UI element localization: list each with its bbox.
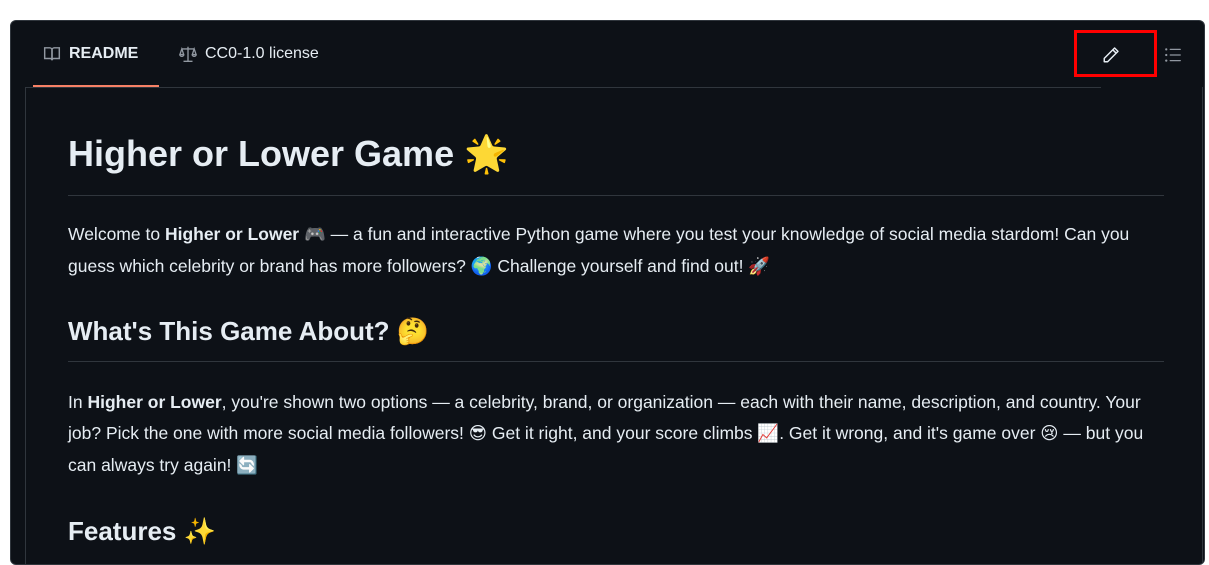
readme-content: Higher or Lower Game 🌟 Welcome to Higher… [25,87,1203,564]
sparkles-emoji: ✨ [183,517,216,547]
about-in-text: In [68,392,88,412]
edit-file-button[interactable] [1097,41,1125,69]
title-divider [68,195,1164,196]
tab-readme[interactable]: README [33,21,159,87]
intro-game-name: Higher or Lower [164,224,300,244]
outline-button[interactable] [1159,41,1187,69]
list-icon [1165,48,1181,62]
chart-emoji: 📈 [757,424,780,444]
features-heading-text: Features [68,516,177,546]
tab-license-label: CC0-1.0 license [205,45,319,62]
intro-paragraph: Welcome to Higher or Lower 🎮 — a fun and… [68,219,1158,283]
pencil-icon [1103,47,1119,63]
about-heading-text: What's This Game About? [68,316,390,346]
game-controller-emoji: 🎮 [304,225,326,245]
globe-emoji: 🌍 [470,257,493,277]
features-heading: Features ✨ [68,513,216,550]
tab-license[interactable]: CC0-1.0 license [179,21,319,87]
intro-challenge-text: Challenge yourself and find out! [492,256,749,276]
sad-face-emoji: 😢 [1040,424,1059,444]
about-divider [68,361,1164,362]
tab-readme-label: README [69,45,139,62]
scale-icon [179,46,197,62]
about-game-over-text: . Get it wrong, and it's game over [779,423,1041,443]
star-emoji: 🌟 [464,134,509,175]
about-game-name: Higher or Lower [87,392,222,412]
readme-title: Higher or Lower Game 🌟 [68,129,509,180]
about-score-text: Get it right, and your score climbs [487,423,758,443]
intro-welcome-text: Welcome to [68,224,165,244]
readme-panel: README CC0-1.0 license Higher or Lower G… [10,20,1205,565]
about-heading: What's This Game About? 🤔 [68,313,429,350]
sunglasses-emoji: 😎 [468,424,487,444]
about-paragraph: In Higher or Lower, you're shown two opt… [68,387,1158,482]
readme-tab-bar: README CC0-1.0 license [11,21,1204,87]
thinking-emoji: 🤔 [396,317,430,347]
book-icon [43,47,61,61]
readme-title-text: Higher or Lower Game [68,133,455,174]
repeat-emoji: 🔄 [236,456,259,476]
rocket-emoji: 🚀 [748,257,771,277]
